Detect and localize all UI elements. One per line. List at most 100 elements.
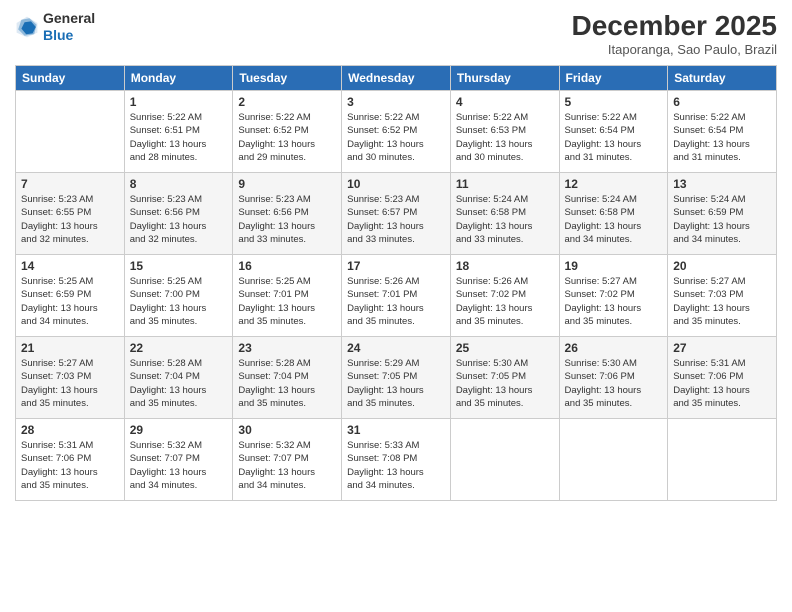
calendar-cell: 14Sunrise: 5:25 AM Sunset: 6:59 PM Dayli… [16,255,125,337]
day-number: 9 [238,177,336,191]
calendar-cell: 31 Sunrise: 5:33 AM Sunset: 7:08 PM Dayli… [342,419,451,501]
calendar-cell: 28 Sunrise: 5:31 AM Sunset: 7:06 PM Dayli… [16,419,125,501]
calendar-cell: 7 Sunrise: 5:23 AM Sunset: 6:55 PM Daylig… [16,173,125,255]
day-info: Sunrise: 5:28 AM Sunset: 7:04 PM Dayligh… [130,357,228,410]
day-number: 10 [347,177,445,191]
calendar-cell: 29Sunrise: 5:32 AM Sunset: 7:07 PM Dayli… [124,419,233,501]
calendar-cell: 20 Sunrise: 5:27 AM Sunset: 7:03 PM Dayli… [668,255,777,337]
day-info: Sunrise: 5:28 AM Sunset: 7:04 PM Dayligh… [238,357,336,410]
day-number: 14 [21,259,119,273]
day-number: 4 [456,95,554,109]
calendar-cell: 5Sunrise: 5:22 AM Sunset: 6:54 PM Daylig… [559,91,668,173]
calendar-cell: 19 Sunrise: 5:27 AM Sunset: 7:02 PM Dayli… [559,255,668,337]
day-info: Sunrise: 5:23 AM Sunset: 6:57 PM Dayligh… [347,193,445,246]
calendar-cell: 3 Sunrise: 5:22 AM Sunset: 6:52 PM Daylig… [342,91,451,173]
day-number: 25 [456,341,554,355]
day-number: 22 [130,341,228,355]
col-header-tuesday: Tuesday [233,66,342,91]
day-info: Sunrise: 5:22 AM Sunset: 6:53 PM Dayligh… [456,111,554,164]
day-number: 2 [238,95,336,109]
col-header-sunday: Sunday [16,66,125,91]
day-info: Sunrise: 5:27 AM Sunset: 7:03 PM Dayligh… [21,357,119,410]
day-number: 30 [238,423,336,437]
day-info: Sunrise: 5:22 AM Sunset: 6:52 PM Dayligh… [347,111,445,164]
calendar-cell: 17 Sunrise: 5:26 AM Sunset: 7:01 PM Dayli… [342,255,451,337]
day-number: 28 [21,423,119,437]
calendar-cell: 11 Sunrise: 5:24 AM Sunset: 6:58 PM Dayli… [450,173,559,255]
day-info: Sunrise: 5:33 AM Sunset: 7:08 PM Dayligh… [347,439,445,492]
day-info: Sunrise: 5:30 AM Sunset: 7:05 PM Dayligh… [456,357,554,410]
day-info: Sunrise: 5:31 AM Sunset: 7:06 PM Dayligh… [21,439,119,492]
logo: General Blue [15,10,95,44]
day-info: Sunrise: 5:23 AM Sunset: 6:56 PM Dayligh… [238,193,336,246]
calendar-cell: 21 Sunrise: 5:27 AM Sunset: 7:03 PM Dayli… [16,337,125,419]
day-number: 24 [347,341,445,355]
calendar-cell: 13Sunrise: 5:24 AM Sunset: 6:59 PM Dayli… [668,173,777,255]
day-number: 3 [347,95,445,109]
day-info: Sunrise: 5:30 AM Sunset: 7:06 PM Dayligh… [565,357,663,410]
day-number: 27 [673,341,771,355]
day-info: Sunrise: 5:24 AM Sunset: 6:58 PM Dayligh… [565,193,663,246]
title-block: December 2025 Itaporanga, Sao Paulo, Bra… [572,10,777,57]
day-info: Sunrise: 5:26 AM Sunset: 7:02 PM Dayligh… [456,275,554,328]
day-number: 21 [21,341,119,355]
calendar-cell: 30 Sunrise: 5:32 AM Sunset: 7:07 PM Dayli… [233,419,342,501]
logo-blue: Blue [43,27,95,44]
calendar-cell [450,419,559,501]
calendar-cell: 10 Sunrise: 5:23 AM Sunset: 6:57 PM Dayli… [342,173,451,255]
day-number: 15 [130,259,228,273]
calendar-cell: 22 Sunrise: 5:28 AM Sunset: 7:04 PM Dayli… [124,337,233,419]
day-info: Sunrise: 5:25 AM Sunset: 7:01 PM Dayligh… [238,275,336,328]
logo-text: General Blue [43,10,95,44]
calendar-header-row: SundayMondayTuesdayWednesdayThursdayFrid… [16,66,777,91]
logo-general: General [43,10,95,27]
day-number: 7 [21,177,119,191]
day-number: 16 [238,259,336,273]
day-number: 13 [673,177,771,191]
day-number: 31 [347,423,445,437]
day-number: 20 [673,259,771,273]
page: General Blue December 2025 Itaporanga, S… [0,0,792,612]
day-number: 19 [565,259,663,273]
calendar-cell: 9 Sunrise: 5:23 AM Sunset: 6:56 PM Daylig… [233,173,342,255]
calendar-cell: 24Sunrise: 5:29 AM Sunset: 7:05 PM Dayli… [342,337,451,419]
day-info: Sunrise: 5:24 AM Sunset: 6:58 PM Dayligh… [456,193,554,246]
calendar-cell: 25 Sunrise: 5:30 AM Sunset: 7:05 PM Dayli… [450,337,559,419]
col-header-thursday: Thursday [450,66,559,91]
day-number: 11 [456,177,554,191]
day-info: Sunrise: 5:25 AM Sunset: 7:00 PM Dayligh… [130,275,228,328]
location: Itaporanga, Sao Paulo, Brazil [572,42,777,57]
calendar-cell: 26 Sunrise: 5:30 AM Sunset: 7:06 PM Dayli… [559,337,668,419]
day-info: Sunrise: 5:22 AM Sunset: 6:54 PM Dayligh… [565,111,663,164]
calendar: SundayMondayTuesdayWednesdayThursdayFrid… [15,65,777,501]
calendar-cell: 18Sunrise: 5:26 AM Sunset: 7:02 PM Dayli… [450,255,559,337]
calendar-cell: 8Sunrise: 5:23 AM Sunset: 6:56 PM Daylig… [124,173,233,255]
calendar-cell: 4 Sunrise: 5:22 AM Sunset: 6:53 PM Daylig… [450,91,559,173]
day-info: Sunrise: 5:23 AM Sunset: 6:55 PM Dayligh… [21,193,119,246]
calendar-week-4: 28 Sunrise: 5:31 AM Sunset: 7:06 PM Dayli… [16,419,777,501]
day-info: Sunrise: 5:22 AM Sunset: 6:52 PM Dayligh… [238,111,336,164]
col-header-monday: Monday [124,66,233,91]
day-number: 17 [347,259,445,273]
day-number: 29 [130,423,228,437]
calendar-cell: 12Sunrise: 5:24 AM Sunset: 6:58 PM Dayli… [559,173,668,255]
day-info: Sunrise: 5:27 AM Sunset: 7:03 PM Dayligh… [673,275,771,328]
day-info: Sunrise: 5:31 AM Sunset: 7:06 PM Dayligh… [673,357,771,410]
calendar-cell: 15 Sunrise: 5:25 AM Sunset: 7:00 PM Dayli… [124,255,233,337]
day-number: 26 [565,341,663,355]
calendar-cell: 16 Sunrise: 5:25 AM Sunset: 7:01 PM Dayli… [233,255,342,337]
day-info: Sunrise: 5:32 AM Sunset: 7:07 PM Dayligh… [238,439,336,492]
day-info: Sunrise: 5:22 AM Sunset: 6:54 PM Dayligh… [673,111,771,164]
calendar-week-2: 14Sunrise: 5:25 AM Sunset: 6:59 PM Dayli… [16,255,777,337]
calendar-cell [16,91,125,173]
day-info: Sunrise: 5:27 AM Sunset: 7:02 PM Dayligh… [565,275,663,328]
day-number: 6 [673,95,771,109]
calendar-week-3: 21 Sunrise: 5:27 AM Sunset: 7:03 PM Dayli… [16,337,777,419]
month-title: December 2025 [572,10,777,42]
calendar-cell [668,419,777,501]
day-info: Sunrise: 5:23 AM Sunset: 6:56 PM Dayligh… [130,193,228,246]
calendar-cell: 2 Sunrise: 5:22 AM Sunset: 6:52 PM Daylig… [233,91,342,173]
col-header-wednesday: Wednesday [342,66,451,91]
col-header-saturday: Saturday [668,66,777,91]
day-info: Sunrise: 5:26 AM Sunset: 7:01 PM Dayligh… [347,275,445,328]
